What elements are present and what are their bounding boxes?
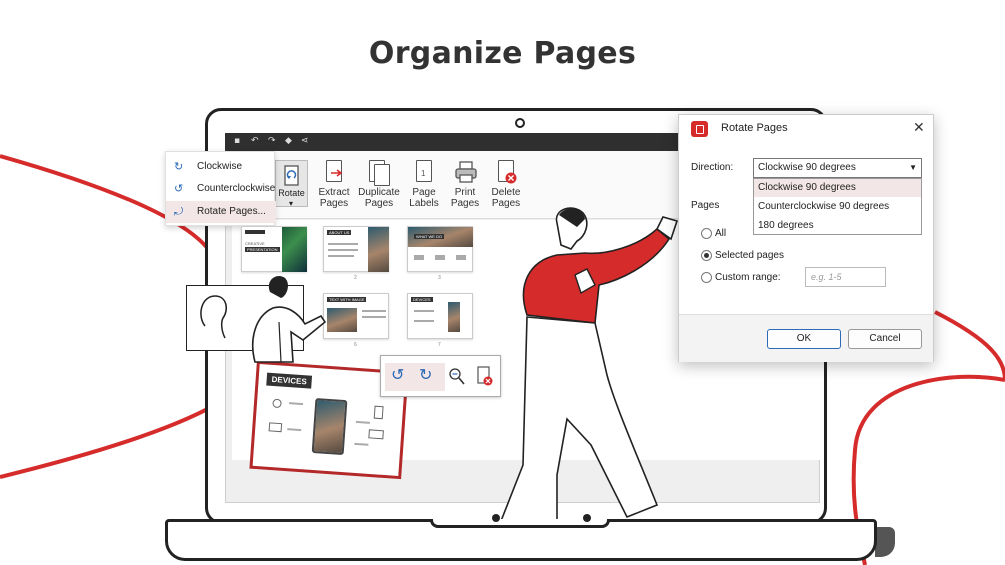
print-pages-label: Print Pages <box>450 187 480 209</box>
rotate-clockwise-icon[interactable]: ↻ <box>419 366 432 386</box>
rotate-menu: ↻ Clockwise ↺ Counterclockwise ⤾ Rotate … <box>165 151 276 226</box>
direction-option[interactable]: Counterclockwise 90 degrees <box>754 198 921 216</box>
page-number: 7 <box>438 342 441 348</box>
dialog-title: Rotate Pages <box>721 122 788 134</box>
app-logo-icon <box>691 121 708 137</box>
thumbnail-text: WHAT WE DO <box>414 234 445 239</box>
device-icons <box>268 398 304 433</box>
page-thumbnail[interactable]: CREATIVE PRESENTATION <box>241 226 307 272</box>
page-headline: Organize Pages <box>368 36 637 71</box>
close-icon[interactable]: ✕ <box>913 119 925 136</box>
direction-option[interactable]: 180 degrees <box>754 217 921 235</box>
extract-pages-icon <box>324 160 344 184</box>
redo-icon[interactable]: ↷ <box>268 136 276 146</box>
chevron-down-icon: ▾ <box>289 199 294 208</box>
radio-all-label: All <box>715 228 727 239</box>
direction-label: Direction: <box>691 162 734 173</box>
rotate-clockwise-icon: ↻ <box>174 161 184 173</box>
duplicate-pages-icon <box>369 160 390 186</box>
standing-person-illustration <box>499 207 679 522</box>
device-icons-right <box>354 405 384 446</box>
page-labels-label: Page Labels <box>409 187 439 209</box>
direction-dropdown-list: Clockwise 90 degrees Counterclockwise 90… <box>753 178 922 235</box>
radio-custom-range[interactable] <box>701 272 712 283</box>
page-labels-button[interactable]: 1 Page Labels <box>401 160 447 209</box>
chevron-down-icon: ▼ <box>909 163 917 172</box>
save-icon[interactable]: ▪ <box>234 136 240 146</box>
thumbnail-text: DEVICES <box>411 297 433 302</box>
rotate-button[interactable]: Rotate ▾ <box>275 160 308 208</box>
laptop-camera <box>515 118 525 128</box>
seated-person-illustration <box>251 275 327 363</box>
custom-range-input[interactable]: e.g. 1-5 <box>805 267 886 287</box>
page-number: 2 <box>354 275 357 281</box>
pages-group-label: Pages <box>691 200 720 211</box>
share-icon[interactable]: ⋖ <box>301 136 309 146</box>
duplicate-pages-button[interactable]: Duplicate Pages <box>356 160 402 209</box>
page-thumbnail[interactable]: ABOUT US <box>323 226 389 272</box>
devices-title: DEVICES <box>266 372 313 389</box>
page-labels-icon: 1 <box>414 160 434 184</box>
floating-rotate-toolbar: ↺ ↻ <box>380 355 501 397</box>
page-number: 6 <box>354 342 357 348</box>
direction-select[interactable]: Clockwise 90 degrees ▼ <box>753 158 922 178</box>
rotate-pages-dialog: Rotate Pages ✕ Direction: Clockwise 90 d… <box>678 114 934 362</box>
delete-pages-icon <box>496 160 517 184</box>
direction-option[interactable]: Clockwise 90 degrees <box>754 179 921 197</box>
rotate-counterclockwise-icon: ↺ <box>174 183 184 195</box>
extract-pages-button[interactable]: Extract Pages <box>311 160 357 209</box>
zoom-icon[interactable] <box>449 368 465 386</box>
direction-select-value: Clockwise 90 degrees <box>758 162 856 173</box>
page-thumbnail[interactable]: WHAT WE DO <box>407 226 473 272</box>
delete-pages-button[interactable]: Delete Pages <box>483 160 529 209</box>
thumbnail-text: PRESENTATION <box>245 247 280 252</box>
radio-custom-range-label: Custom range: <box>715 272 781 283</box>
rotate-icon <box>284 165 299 186</box>
menu-item-label: Rotate Pages... <box>197 206 266 217</box>
duplicate-pages-label: Duplicate Pages <box>358 187 400 209</box>
rotate-pages-icon: ⤾ <box>174 206 184 218</box>
tablet-image <box>311 398 348 456</box>
page-number: 3 <box>438 275 441 281</box>
rotate-label: Rotate <box>278 188 305 198</box>
thumbnail-text: CREATIVE <box>245 241 265 246</box>
extract-pages-label: Extract Pages <box>318 187 350 209</box>
menu-item-label: Counterclockwise <box>197 183 276 194</box>
menu-item-clockwise[interactable]: ↻ Clockwise <box>166 156 276 178</box>
menu-item-counterclockwise[interactable]: ↺ Counterclockwise <box>166 178 276 200</box>
shield-icon[interactable]: ◆ <box>285 136 292 146</box>
radio-selected-pages[interactable] <box>701 250 712 261</box>
thumbnail-text: ABOUT US <box>327 230 352 235</box>
page-thumbnail[interactable]: DEVICES <box>407 293 473 339</box>
cancel-button[interactable]: Cancel <box>848 329 922 349</box>
ok-button[interactable]: OK <box>767 329 841 349</box>
menu-item-rotate-pages[interactable]: ⤾ Rotate Pages... <box>166 201 276 223</box>
feet-dots <box>492 514 591 522</box>
print-icon <box>455 160 477 184</box>
menu-item-label: Clockwise <box>197 161 243 172</box>
radio-selected-pages-label: Selected pages <box>715 250 784 261</box>
print-pages-button[interactable]: Print Pages <box>442 160 488 209</box>
rotate-counterclockwise-icon[interactable]: ↺ <box>391 366 404 386</box>
radio-all[interactable] <box>701 228 712 239</box>
undo-icon[interactable]: ↶ <box>251 136 259 146</box>
